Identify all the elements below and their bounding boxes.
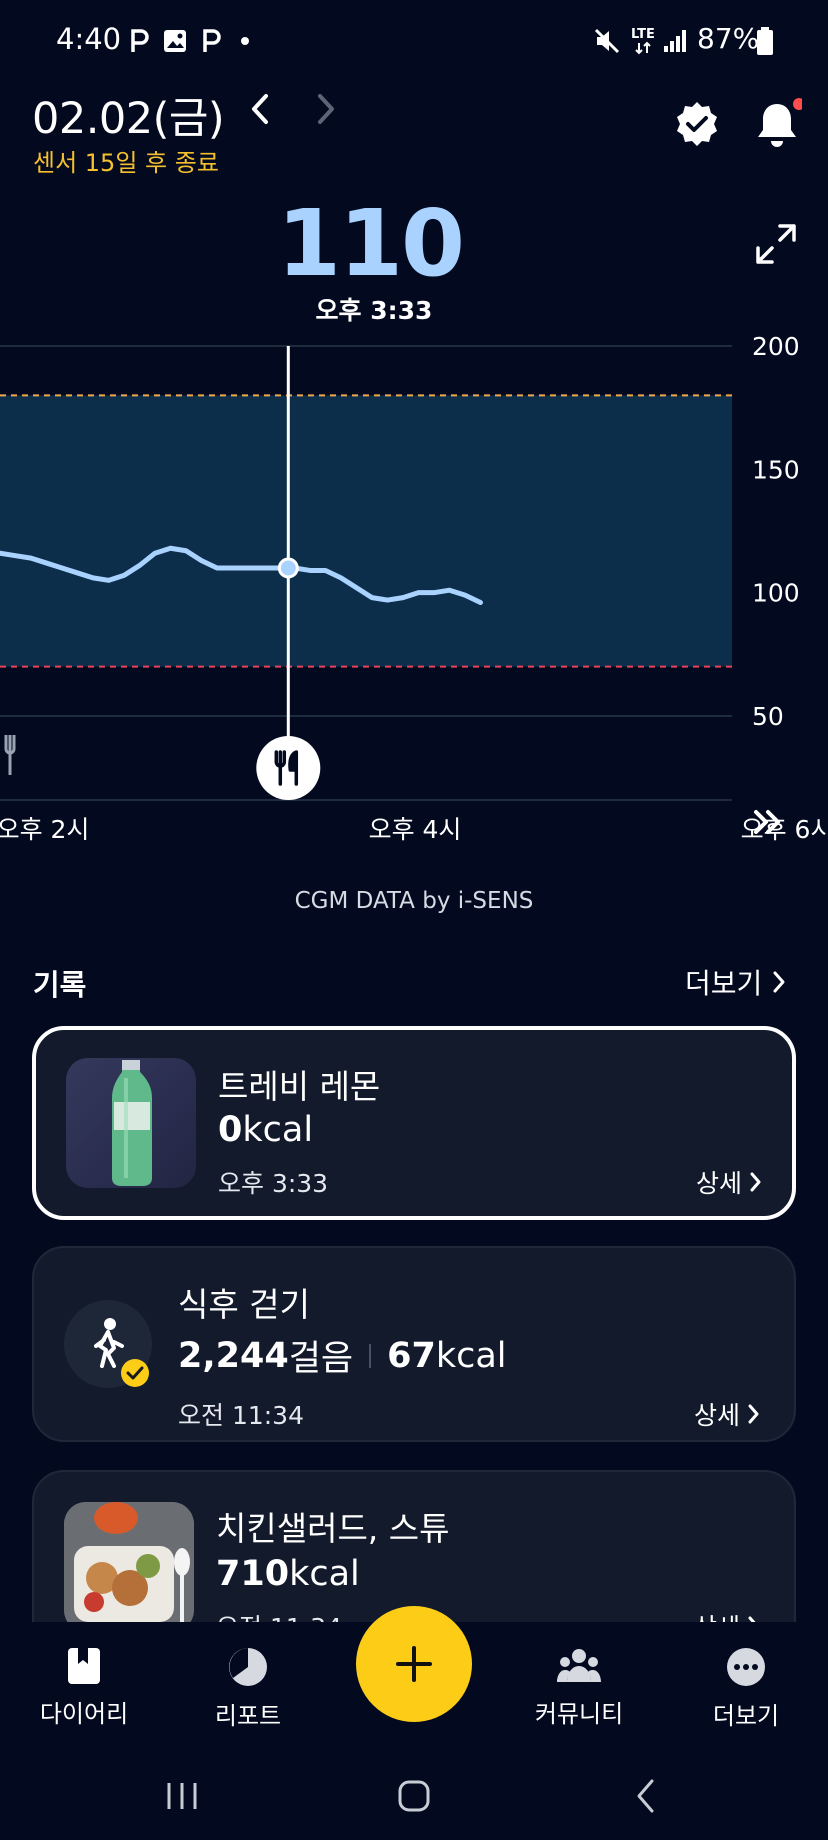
current-glucose-time: 오후 3:33 bbox=[315, 296, 433, 325]
home-icon bbox=[398, 1780, 430, 1812]
record-calories: 710kcal bbox=[216, 1554, 360, 1594]
dot-icon bbox=[238, 22, 252, 60]
record-detail-link[interactable]: 상세 bbox=[694, 1396, 760, 1432]
steps-unit: 걸음 bbox=[288, 1339, 354, 1379]
records-section-title: 기록 bbox=[33, 968, 87, 1002]
x-tick-label: 오후 2시 bbox=[0, 815, 89, 844]
date-label[interactable]: 02.02(금) bbox=[32, 84, 225, 146]
bell-icon bbox=[758, 98, 805, 147]
records-more-label: 더보기 bbox=[685, 967, 763, 1000]
diary-icon bbox=[68, 1648, 100, 1684]
recents-button[interactable] bbox=[160, 1776, 204, 1816]
current-glucose-value: 110 bbox=[276, 190, 465, 297]
walking-icon-circle bbox=[64, 1300, 152, 1388]
y-tick-label: 50 bbox=[752, 702, 784, 731]
target-range-fill bbox=[0, 395, 732, 667]
glucose-chart[interactable]: 20015010050 오후 12시오후 2시오후 4시오후 6시 bbox=[0, 330, 828, 850]
record-time: 오후 3:33 bbox=[218, 1169, 329, 1198]
tab-label: 다이어리 bbox=[39, 1700, 129, 1728]
detail-label: 상세 bbox=[694, 1401, 741, 1430]
record-calories: 0kcal bbox=[218, 1110, 313, 1150]
battery-icon bbox=[754, 22, 776, 60]
calories-number: 710 bbox=[216, 1554, 290, 1594]
notifications-button[interactable] bbox=[752, 98, 805, 152]
system-nav-bar bbox=[0, 1754, 828, 1840]
x-axis-ticks: 오후 12시오후 2시오후 4시오후 6시 bbox=[0, 815, 828, 844]
report-icon bbox=[229, 1648, 267, 1686]
image-icon bbox=[160, 22, 190, 60]
expand-chart-button[interactable] bbox=[754, 222, 798, 266]
record-title: 트레비 레몬 bbox=[218, 1067, 381, 1106]
next-day-button[interactable] bbox=[306, 88, 342, 130]
tab-diary[interactable]: 다이어리 bbox=[14, 1646, 154, 1729]
meal-marker-partial[interactable] bbox=[4, 735, 16, 775]
tab-label: 더보기 bbox=[712, 1702, 780, 1730]
notification-dot bbox=[793, 98, 805, 110]
target-range-band bbox=[0, 394, 732, 668]
meal-marker[interactable] bbox=[256, 736, 321, 800]
cursor-point bbox=[277, 557, 299, 579]
mute-icon bbox=[592, 22, 622, 60]
tab-report[interactable]: 리포트 bbox=[178, 1646, 318, 1731]
plus-icon bbox=[396, 1646, 432, 1682]
y-axis-ticks: 200 150 100 50 bbox=[752, 332, 800, 731]
record-title: 식후 걷기 bbox=[178, 1285, 310, 1324]
record-card-walk[interactable]: 식후 걷기 2,244 걸음 67 kcal 오전 11:34 상세 bbox=[32, 1246, 796, 1442]
back-button[interactable] bbox=[626, 1776, 666, 1816]
calories-unit: kcal bbox=[435, 1335, 507, 1376]
x-tick-label: 오후 6시 bbox=[741, 815, 828, 844]
chevron-right-icon bbox=[748, 1404, 759, 1424]
calories-number: 0 bbox=[218, 1110, 243, 1150]
x-tick-label: 오후 4시 bbox=[369, 815, 462, 844]
tab-label: 리포트 bbox=[214, 1702, 282, 1730]
verified-badge-icon bbox=[677, 102, 717, 146]
expand-icon bbox=[756, 224, 796, 264]
chevron-right-icon bbox=[318, 94, 334, 124]
status-bar: 4:40 LTE 87% bbox=[0, 0, 828, 80]
record-detail-link[interactable]: 상세 bbox=[696, 1164, 762, 1200]
back-icon bbox=[637, 1779, 654, 1813]
chevron-left-icon bbox=[252, 94, 268, 124]
more-icon bbox=[727, 1648, 765, 1686]
record-steps-calories: 2,244 걸음 67 kcal bbox=[178, 1330, 507, 1381]
chevron-right-icon bbox=[773, 971, 785, 993]
battery-percent: 87% bbox=[697, 22, 760, 55]
steps-number: 2,244 bbox=[178, 1335, 289, 1376]
tab-community[interactable]: 커뮤니티 bbox=[509, 1646, 649, 1729]
verified-badge-button[interactable] bbox=[673, 100, 721, 148]
community-icon bbox=[557, 1649, 601, 1682]
calories-unit: kcal bbox=[289, 1554, 360, 1594]
cgm-data-credit: CGM DATA by i-SENS bbox=[294, 888, 534, 914]
add-record-button[interactable] bbox=[356, 1606, 472, 1722]
sensor-expiry-notice: 센서 15일 후 종료 bbox=[33, 149, 219, 177]
recents-icon bbox=[167, 1783, 197, 1809]
detail-label: 상세 bbox=[696, 1169, 743, 1198]
p-icon bbox=[200, 22, 224, 60]
tab-label: 커뮤니티 bbox=[534, 1700, 624, 1728]
calories-unit: kcal bbox=[242, 1110, 314, 1150]
divider bbox=[369, 1343, 372, 1368]
home-button[interactable] bbox=[392, 1776, 436, 1816]
y-tick-label: 150 bbox=[752, 455, 800, 484]
record-title: 치킨샐러드, 스튜 bbox=[216, 1509, 450, 1548]
chevron-right-icon bbox=[750, 1172, 761, 1192]
previous-day-button[interactable] bbox=[244, 88, 280, 130]
tab-more[interactable]: 더보기 bbox=[676, 1646, 816, 1731]
meal-photo bbox=[64, 1502, 194, 1632]
records-more-link[interactable]: 더보기 bbox=[685, 962, 786, 1002]
signal-icon bbox=[660, 22, 690, 60]
y-tick-label: 200 bbox=[752, 332, 800, 361]
p-icon bbox=[128, 22, 152, 60]
record-time: 오전 11:34 bbox=[178, 1401, 304, 1430]
lte-icon: LTE bbox=[628, 22, 658, 60]
status-time: 4:40 bbox=[56, 22, 122, 56]
calories-number: 67 bbox=[387, 1335, 436, 1376]
drink-photo bbox=[66, 1058, 196, 1188]
check-badge-icon bbox=[121, 1359, 149, 1387]
record-card-drink[interactable]: 트레비 레몬 0kcal 오후 3:33 상세 bbox=[32, 1026, 796, 1220]
network-label: LTE bbox=[631, 26, 655, 42]
y-tick-label: 100 bbox=[752, 579, 800, 608]
